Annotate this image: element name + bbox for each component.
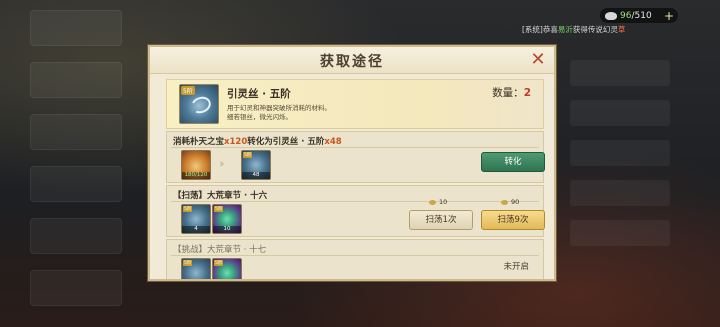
sweep-9-button[interactable]: 扫荡9次 bbox=[481, 210, 545, 230]
sweep-1-button[interactable]: 扫荡1次 bbox=[409, 210, 473, 230]
background-tile bbox=[570, 220, 670, 246]
item-icon: 5阶 bbox=[179, 84, 219, 124]
system-mid: 获得传说幻灵 bbox=[572, 25, 618, 34]
background-tile bbox=[570, 60, 670, 86]
tier-badge: 5阶 bbox=[243, 152, 253, 158]
quantity-label: 数量： bbox=[492, 87, 524, 99]
reward-count: 4 bbox=[182, 226, 210, 233]
stamina-icon bbox=[501, 199, 508, 205]
cost-value: 90 bbox=[511, 198, 520, 206]
silk-swirl-icon bbox=[188, 94, 214, 116]
target-count: 48 bbox=[242, 172, 270, 179]
currency-value: 96 bbox=[620, 10, 632, 21]
item-name: 引灵丝 · 五阶 bbox=[227, 88, 291, 100]
convert-button[interactable]: 转化 bbox=[481, 152, 545, 172]
convert-heading: 消耗朴天之宝x120转化为引灵丝 · 五阶x48 bbox=[173, 135, 342, 147]
item-description: 用于幻灵和神器突破所消耗的材料。 细若银丝，微光闪烁。 bbox=[227, 104, 331, 122]
item-info-panel: 5阶 引灵丝 · 五阶 数量：2 用于幻灵和神器突破所消耗的材料。 细若银丝，微… bbox=[166, 79, 544, 129]
double-arrow-icon: ›› bbox=[219, 157, 225, 170]
convert-gain: x48 bbox=[324, 137, 342, 147]
acquire-dialog: 获取途径 ✕ 5阶 引灵丝 · 五阶 数量：2 用于幻灵和神器突破所消耗的材料。… bbox=[148, 45, 556, 281]
background-tile bbox=[570, 140, 670, 166]
background-left-panel bbox=[30, 10, 140, 310]
sweep-section-16: 【扫荡】大荒章节 · 十六 5阶 4 5阶 10 10 90 扫荡1次 扫荡9次 bbox=[166, 185, 545, 237]
background-tile bbox=[30, 62, 122, 98]
tier-badge: 5阶 bbox=[183, 260, 193, 266]
challenge-17-heading: 【挑战】大荒章节 · 十七 bbox=[173, 245, 267, 255]
dialog-title: 获取途径 bbox=[320, 54, 384, 70]
add-currency-button[interactable]: + bbox=[664, 10, 674, 22]
source-count: 180/120 bbox=[182, 172, 210, 179]
background-tile bbox=[30, 166, 122, 202]
divider bbox=[171, 147, 539, 148]
reward-slot[interactable]: 5阶 bbox=[181, 258, 211, 279]
item-quantity: 数量：2 bbox=[492, 85, 531, 100]
sweep-1-cost: 10 bbox=[429, 198, 447, 206]
reward-slot[interactable]: 5阶 bbox=[212, 258, 242, 279]
convert-cost: x120 bbox=[224, 137, 248, 147]
currency-max: /510 bbox=[631, 10, 652, 21]
currency-icon bbox=[605, 11, 617, 20]
background-tile bbox=[30, 114, 122, 150]
tier-badge: 5阶 bbox=[214, 260, 224, 266]
convert-section: 消耗朴天之宝x120转化为引灵丝 · 五阶x48 180/120 ›› 5阶 4… bbox=[166, 131, 545, 183]
tier-badge: 5阶 bbox=[183, 206, 193, 212]
close-icon[interactable]: ✕ bbox=[528, 50, 548, 70]
background-tile bbox=[30, 10, 122, 46]
system-prefix: [系统]恭喜 bbox=[522, 25, 558, 34]
reward-count: 10 bbox=[213, 226, 241, 233]
locked-status: 未开启 bbox=[503, 262, 529, 272]
system-tail: 草 bbox=[617, 25, 626, 34]
sweep-16-heading: 【扫荡】大荒章节 · 十六 bbox=[173, 191, 268, 201]
tier-badge: 5阶 bbox=[214, 206, 224, 212]
background-tile bbox=[30, 270, 122, 306]
source-material-slot[interactable]: 180/120 bbox=[181, 150, 211, 180]
convert-mid: 转化为引灵丝 · 五阶 bbox=[247, 137, 325, 147]
cost-value: 10 bbox=[439, 198, 448, 206]
divider bbox=[171, 255, 539, 256]
background-tile bbox=[570, 100, 670, 126]
convert-prefix: 消耗朴天之宝 bbox=[173, 137, 225, 147]
item-desc-line: 细若银丝，微光闪烁。 bbox=[227, 113, 292, 121]
background-tile bbox=[30, 218, 122, 254]
system-player: 易沂 bbox=[557, 25, 573, 34]
item-desc-line: 用于幻灵和神器突破所消耗的材料。 bbox=[227, 104, 331, 112]
challenge-section-17: 【挑战】大荒章节 · 十七 5阶 5阶 未开启 bbox=[166, 239, 544, 279]
divider bbox=[171, 201, 539, 202]
reward-slot[interactable]: 5阶 10 bbox=[212, 204, 242, 234]
reward-slot[interactable]: 5阶 4 bbox=[181, 204, 211, 234]
stamina-icon bbox=[429, 199, 436, 205]
currency-bar: 96 /510 + bbox=[600, 8, 678, 23]
system-message: [系统]恭喜易沂获得传说幻灵草 bbox=[522, 24, 625, 35]
target-material-slot[interactable]: 5阶 48 bbox=[241, 150, 271, 180]
background-right-panel bbox=[570, 60, 680, 310]
background-tile bbox=[570, 180, 670, 206]
tier-badge: 5阶 bbox=[181, 86, 195, 95]
quantity-value: 2 bbox=[523, 87, 531, 99]
sweep-9-cost: 90 bbox=[501, 198, 519, 206]
dialog-title-bar: 获取途径 ✕ bbox=[150, 47, 554, 74]
